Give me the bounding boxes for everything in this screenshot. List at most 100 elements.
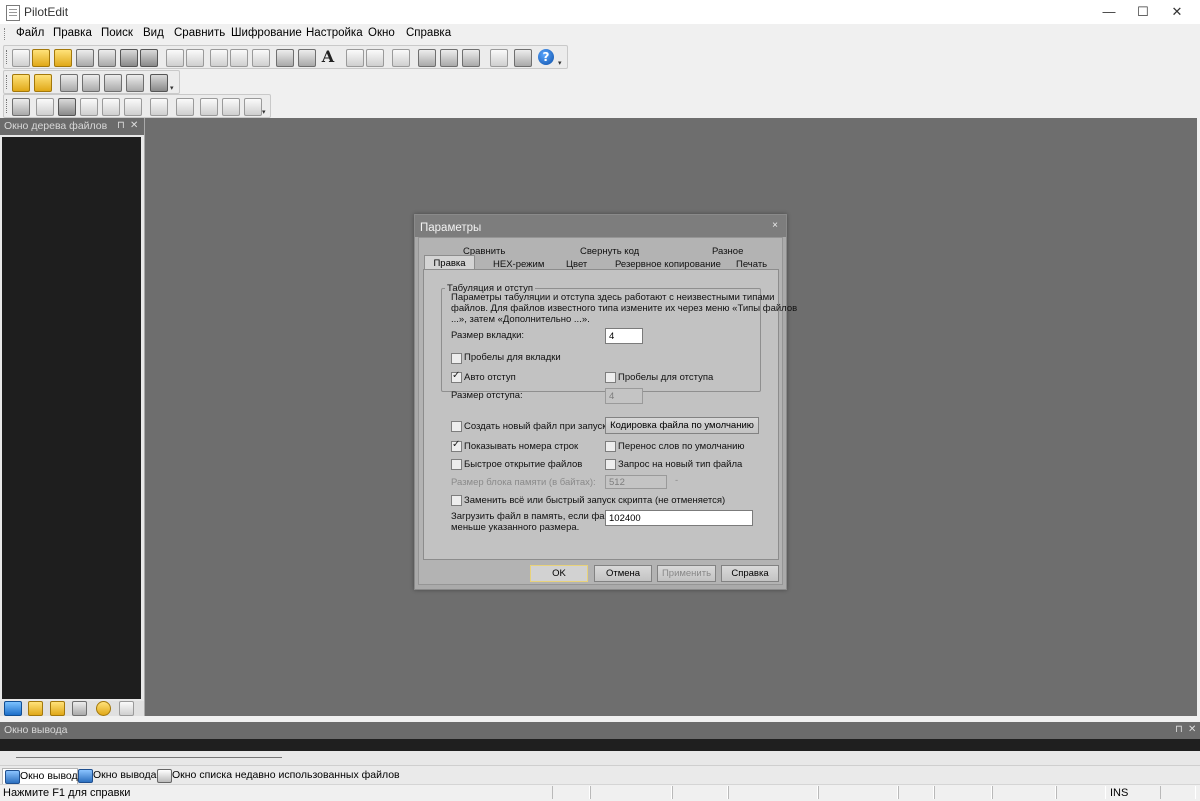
tab-recent-files[interactable]: Окно списка недавно использованных файло… [155,768,400,783]
encrypt-icon[interactable] [150,74,168,92]
tab-recent-files-label: Окно списка недавно использованных файло… [172,769,400,781]
help-button[interactable]: Справка [721,565,779,582]
tree-tab-favorites-icon[interactable] [96,701,111,716]
apply-button[interactable]: Применить [657,565,716,582]
expand-icon[interactable] [200,98,218,116]
ok-button[interactable]: OK [530,565,588,582]
list-icon[interactable] [124,98,142,116]
clean-icon[interactable] [392,49,410,67]
load-in-memory-input[interactable] [605,510,753,526]
output-view[interactable] [0,739,1200,751]
column-icon[interactable] [514,49,532,67]
project-open-icon[interactable] [12,74,30,92]
undo-icon[interactable] [166,49,184,67]
menu-encryption[interactable]: Шифрование [231,27,302,39]
tab-output-1[interactable]: Окно вывода [2,768,83,784]
compare-icon[interactable] [418,49,436,67]
cut-icon[interactable] [210,49,228,67]
open-file-icon[interactable] [32,49,50,67]
ftp-icon[interactable] [60,74,78,92]
tree-tab-files-icon[interactable] [28,701,43,716]
load-in-memory-label-line-2: меньше указанного размера. [451,522,580,533]
toolbar-dropdown-icon[interactable]: ▾ [262,109,268,116]
menu-window[interactable]: Окно [368,27,395,39]
fast-open-checkbox[interactable] [451,459,462,470]
edit-toolbar: ▾ [3,94,271,118]
menu-edit[interactable]: Правка [53,27,92,39]
toolbar-dropdown-icon[interactable]: ▾ [170,85,176,92]
output-pin-icon[interactable]: ⊓ [1175,724,1183,735]
text-mode-icon[interactable] [490,49,508,67]
zoom-icon[interactable] [58,98,76,116]
toolbar-dropdown-icon[interactable]: ▾ [558,60,564,67]
memory-block-input[interactable] [605,475,667,489]
tab-size-input[interactable] [605,328,643,344]
tab-code-folding[interactable]: Свернуть код [580,246,639,257]
menu-help[interactable]: Справка [406,27,451,39]
upload-icon[interactable] [82,74,100,92]
file-tree-tabs [0,701,144,716]
dialog-close-icon[interactable]: × [772,220,778,231]
collapse-icon[interactable] [222,98,240,116]
ask-new-file-type-checkbox[interactable] [605,459,616,470]
recent-files-icon [157,769,172,783]
sort-icon[interactable] [80,98,98,116]
cancel-button[interactable]: Отмена [594,565,652,582]
spaces-for-tab-checkbox[interactable] [451,353,462,364]
close-all-icon[interactable] [140,49,158,67]
menu-file[interactable]: Файл [16,27,44,39]
download-icon[interactable] [104,74,122,92]
status-cell [552,786,590,799]
menu-compare[interactable]: Сравнить [174,27,225,39]
compare-dir-icon[interactable] [440,49,458,67]
tree-icon[interactable] [12,98,30,116]
font-icon[interactable]: A [320,49,336,65]
find-icon[interactable] [276,49,294,67]
hex-icon[interactable] [462,49,480,67]
indent-size-input[interactable] [605,388,643,404]
sync-icon[interactable] [126,74,144,92]
copy-icon[interactable] [230,49,248,67]
menu-search[interactable]: Поиск [101,27,133,39]
save-all-icon[interactable] [98,49,116,67]
project-lock-icon[interactable] [34,74,52,92]
file-tree-view[interactable] [2,137,141,699]
menu-settings[interactable]: Настройка [306,27,363,39]
output-close-icon[interactable]: ✕ [1188,724,1196,735]
default-encoding-button[interactable]: Кодировка файла по умолчанию [605,417,759,434]
tree-tab-project-icon[interactable] [50,701,65,716]
show-line-numbers-checkbox[interactable] [451,439,462,452]
new-file-icon[interactable] [12,49,30,67]
dialog-title-bar: Параметры × [415,215,786,237]
menu-view[interactable]: Вид [143,27,164,39]
search-icon[interactable] [150,98,168,116]
close-file-icon[interactable] [120,49,138,67]
output-scrollbar[interactable] [16,757,282,758]
close-window-button[interactable]: ✕ [1154,0,1200,24]
unindent-icon[interactable] [366,49,384,67]
close-panel-icon[interactable]: ✕ [130,120,138,131]
spaces-for-indent-checkbox[interactable] [605,372,616,383]
new-file-on-start-checkbox[interactable] [451,421,462,432]
move-icon[interactable] [176,98,194,116]
help-icon[interactable]: ? [538,49,554,65]
redo-icon[interactable] [186,49,204,67]
pin-icon[interactable]: ⊓ [117,120,125,131]
tab-output-2[interactable]: Окно вывода 2 [76,768,165,783]
word-wrap-checkbox[interactable] [605,441,616,452]
indent-icon[interactable] [346,49,364,67]
window-icon[interactable] [244,98,262,116]
replace-all-script-checkbox[interactable] [451,495,462,506]
tree-tab-windows-icon[interactable] [119,701,134,716]
auto-indent-checkbox[interactable] [451,370,462,383]
tree-tab-ftp-icon[interactable] [72,701,87,716]
new-doc-icon[interactable] [36,98,54,116]
paste-icon[interactable] [252,49,270,67]
tree-tab-directory-icon[interactable] [4,701,22,716]
save-icon[interactable] [76,49,94,67]
file-tree-panel: Окно дерева файлов ⊓ ✕ [0,118,145,716]
format-icon[interactable] [102,98,120,116]
replace-icon[interactable] [298,49,316,67]
open-remote-icon[interactable] [54,49,72,67]
tab-misc[interactable]: Разное [712,246,743,257]
